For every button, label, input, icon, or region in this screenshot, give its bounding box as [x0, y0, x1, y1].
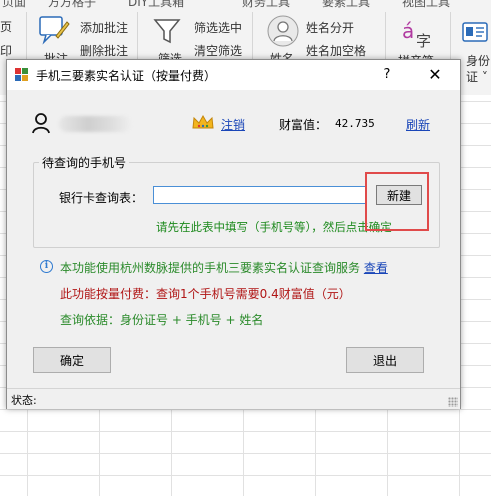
- app-grid-icon: [15, 68, 28, 81]
- service-info: 本功能使用杭州数脉提供的手机三要素实名认证查询服务 查看: [60, 259, 388, 276]
- phone-group-title: 待查询的手机号: [39, 154, 130, 171]
- ribbon-left-label-1[interactable]: 页: [0, 18, 12, 35]
- phone-verification-dialog: 手机三要素实名认证（按量付费） ? ✕ 注销 财富值： 42.735 刷新 待查…: [6, 59, 461, 409]
- add-comment-button[interactable]: 添加批注: [80, 19, 128, 36]
- ok-button[interactable]: 确定: [33, 347, 111, 373]
- username-redacted: [59, 116, 131, 132]
- tab-finance[interactable]: 财务工具: [242, 0, 290, 10]
- clear-filter-button[interactable]: 清空筛选: [194, 42, 242, 59]
- crown-icon: [192, 114, 214, 129]
- filter-icon[interactable]: [152, 16, 182, 46]
- user-icon: [32, 113, 50, 134]
- status-bar: 状态:: [7, 388, 460, 409]
- wealth-label: 财富值：: [279, 118, 328, 132]
- ribbon-separator: [252, 12, 253, 64]
- status-label: 状态:: [11, 394, 37, 407]
- logout-link[interactable]: 注销: [221, 116, 245, 133]
- name-space-button[interactable]: 姓名加空格: [306, 42, 366, 59]
- ribbon-left-label-2[interactable]: 印: [0, 42, 12, 59]
- person-name-icon[interactable]: [266, 14, 300, 48]
- resize-grip-icon[interactable]: [448, 397, 458, 407]
- identity-sub-label[interactable]: 证 ˅: [466, 68, 488, 85]
- highlight-box: [365, 172, 429, 231]
- name-split-button[interactable]: 姓名分开: [306, 19, 354, 36]
- dialog-titlebar[interactable]: 手机三要素实名认证（按量付费） ? ✕: [7, 60, 460, 90]
- ribbon-separator: [450, 12, 451, 64]
- tab-fangfang[interactable]: 方方格子: [48, 0, 96, 10]
- exit-button[interactable]: 退出: [346, 347, 424, 373]
- bank-table-input[interactable]: [153, 186, 367, 204]
- tab-view[interactable]: 视图工具: [402, 0, 450, 10]
- id-card-icon[interactable]: [462, 22, 488, 44]
- close-button[interactable]: ✕: [425, 65, 445, 85]
- ribbon-separator: [137, 12, 138, 64]
- tab-page[interactable]: 页面: [2, 0, 26, 10]
- comment-edit-icon[interactable]: [38, 14, 70, 48]
- filter-selected-button[interactable]: 筛选选中: [194, 19, 242, 36]
- bank-table-label: 银行卡查询表：: [59, 191, 144, 205]
- pricing-text: 此功能按量付费：查询1个手机号需要0.4财富值（元）: [60, 287, 351, 301]
- dialog-title: 手机三要素实名认证（按量付费）: [36, 69, 217, 83]
- pinyin-icon[interactable]: á 字: [400, 16, 438, 50]
- tab-elements[interactable]: 要素工具: [322, 0, 370, 10]
- svg-text:字: 字: [416, 32, 431, 50]
- ribbon-separator: [26, 12, 27, 64]
- view-link[interactable]: 查看: [364, 261, 388, 275]
- help-button[interactable]: ?: [377, 65, 397, 85]
- identity-label[interactable]: 身份: [466, 52, 490, 69]
- delete-comment-button[interactable]: 删除批注: [80, 42, 128, 59]
- wealth-value: 42.735: [335, 117, 375, 130]
- tab-diy[interactable]: DIY工具箱: [128, 0, 184, 10]
- service-info-text: 本功能使用杭州数脉提供的手机三要素实名认证查询服务: [60, 261, 361, 275]
- refresh-link[interactable]: 刷新: [406, 116, 430, 133]
- query-basis-text: 查询依据：身份证号 + 手机号 + 姓名: [60, 313, 264, 327]
- ribbon-separator: [385, 12, 386, 64]
- info-icon: i: [40, 260, 53, 273]
- input-hint: 请先在此表中填写（手机号等），然后点击确定: [156, 220, 392, 234]
- svg-text:á: á: [402, 19, 414, 43]
